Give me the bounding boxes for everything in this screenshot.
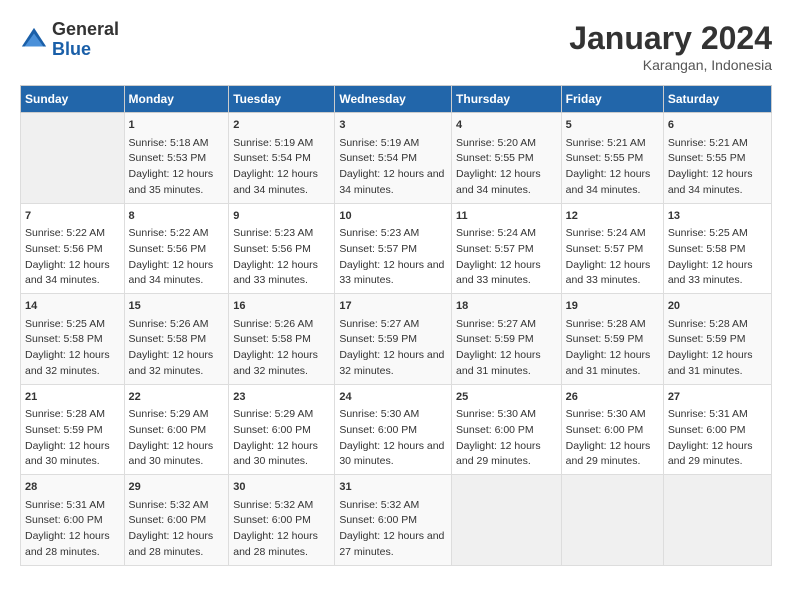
table-row: 14Sunrise: 5:25 AMSunset: 5:58 PMDayligh… bbox=[21, 294, 125, 385]
logo-blue: Blue bbox=[52, 39, 91, 59]
day-number: 28 bbox=[25, 479, 120, 496]
table-row: 23Sunrise: 5:29 AMSunset: 6:00 PMDayligh… bbox=[229, 384, 335, 475]
day-number: 4 bbox=[456, 117, 557, 134]
page-header: General Blue January 2024 Karangan, Indo… bbox=[20, 20, 772, 73]
table-row: 9Sunrise: 5:23 AMSunset: 5:56 PMDaylight… bbox=[229, 203, 335, 294]
table-row: 17Sunrise: 5:27 AMSunset: 5:59 PMDayligh… bbox=[335, 294, 452, 385]
day-number: 7 bbox=[25, 208, 120, 225]
table-row: 5Sunrise: 5:21 AMSunset: 5:55 PMDaylight… bbox=[561, 113, 663, 204]
day-number: 23 bbox=[233, 389, 330, 406]
day-number: 24 bbox=[339, 389, 447, 406]
day-number: 9 bbox=[233, 208, 330, 225]
logo-general: General bbox=[52, 19, 119, 39]
day-number: 1 bbox=[129, 117, 225, 134]
logo-text: General Blue bbox=[52, 20, 119, 60]
day-number: 31 bbox=[339, 479, 447, 496]
table-row: 4Sunrise: 5:20 AMSunset: 5:55 PMDaylight… bbox=[452, 113, 562, 204]
logo-icon bbox=[20, 26, 48, 54]
header-sunday: Sunday bbox=[21, 86, 125, 113]
table-row: 2Sunrise: 5:19 AMSunset: 5:54 PMDaylight… bbox=[229, 113, 335, 204]
day-number: 5 bbox=[566, 117, 659, 134]
table-row: 22Sunrise: 5:29 AMSunset: 6:00 PMDayligh… bbox=[124, 384, 229, 475]
table-row: 30Sunrise: 5:32 AMSunset: 6:00 PMDayligh… bbox=[229, 475, 335, 566]
day-number: 2 bbox=[233, 117, 330, 134]
table-row: 13Sunrise: 5:25 AMSunset: 5:58 PMDayligh… bbox=[663, 203, 771, 294]
calendar-body: 1Sunrise: 5:18 AMSunset: 5:53 PMDaylight… bbox=[21, 113, 772, 566]
day-number: 3 bbox=[339, 117, 447, 134]
table-row bbox=[561, 475, 663, 566]
table-row: 11Sunrise: 5:24 AMSunset: 5:57 PMDayligh… bbox=[452, 203, 562, 294]
table-row: 21Sunrise: 5:28 AMSunset: 5:59 PMDayligh… bbox=[21, 384, 125, 475]
header-tuesday: Tuesday bbox=[229, 86, 335, 113]
table-row: 25Sunrise: 5:30 AMSunset: 6:00 PMDayligh… bbox=[452, 384, 562, 475]
day-number: 13 bbox=[668, 208, 767, 225]
page-subtitle: Karangan, Indonesia bbox=[569, 57, 772, 73]
table-row: 28Sunrise: 5:31 AMSunset: 6:00 PMDayligh… bbox=[21, 475, 125, 566]
table-row: 27Sunrise: 5:31 AMSunset: 6:00 PMDayligh… bbox=[663, 384, 771, 475]
table-row: 3Sunrise: 5:19 AMSunset: 5:54 PMDaylight… bbox=[335, 113, 452, 204]
day-number: 22 bbox=[129, 389, 225, 406]
calendar-table: Sunday Monday Tuesday Wednesday Thursday… bbox=[20, 85, 772, 566]
day-number: 18 bbox=[456, 298, 557, 315]
day-number: 29 bbox=[129, 479, 225, 496]
table-row: 18Sunrise: 5:27 AMSunset: 5:59 PMDayligh… bbox=[452, 294, 562, 385]
table-row: 29Sunrise: 5:32 AMSunset: 6:00 PMDayligh… bbox=[124, 475, 229, 566]
table-row: 31Sunrise: 5:32 AMSunset: 6:00 PMDayligh… bbox=[335, 475, 452, 566]
table-row bbox=[21, 113, 125, 204]
day-number: 14 bbox=[25, 298, 120, 315]
day-number: 17 bbox=[339, 298, 447, 315]
day-number: 8 bbox=[129, 208, 225, 225]
day-number: 21 bbox=[25, 389, 120, 406]
table-row: 8Sunrise: 5:22 AMSunset: 5:56 PMDaylight… bbox=[124, 203, 229, 294]
day-number: 19 bbox=[566, 298, 659, 315]
table-row: 20Sunrise: 5:28 AMSunset: 5:59 PMDayligh… bbox=[663, 294, 771, 385]
table-row: 1Sunrise: 5:18 AMSunset: 5:53 PMDaylight… bbox=[124, 113, 229, 204]
day-number: 16 bbox=[233, 298, 330, 315]
day-number: 11 bbox=[456, 208, 557, 225]
header-saturday: Saturday bbox=[663, 86, 771, 113]
day-number: 27 bbox=[668, 389, 767, 406]
day-number: 12 bbox=[566, 208, 659, 225]
header-wednesday: Wednesday bbox=[335, 86, 452, 113]
table-row bbox=[663, 475, 771, 566]
title-block: January 2024 Karangan, Indonesia bbox=[569, 20, 772, 73]
table-row bbox=[452, 475, 562, 566]
day-number: 25 bbox=[456, 389, 557, 406]
day-number: 15 bbox=[129, 298, 225, 315]
table-row: 12Sunrise: 5:24 AMSunset: 5:57 PMDayligh… bbox=[561, 203, 663, 294]
table-row: 24Sunrise: 5:30 AMSunset: 6:00 PMDayligh… bbox=[335, 384, 452, 475]
header-monday: Monday bbox=[124, 86, 229, 113]
day-number: 30 bbox=[233, 479, 330, 496]
header-thursday: Thursday bbox=[452, 86, 562, 113]
day-number: 20 bbox=[668, 298, 767, 315]
header-friday: Friday bbox=[561, 86, 663, 113]
day-number: 10 bbox=[339, 208, 447, 225]
table-row: 16Sunrise: 5:26 AMSunset: 5:58 PMDayligh… bbox=[229, 294, 335, 385]
calendar-header: Sunday Monday Tuesday Wednesday Thursday… bbox=[21, 86, 772, 113]
day-number: 6 bbox=[668, 117, 767, 134]
table-row: 15Sunrise: 5:26 AMSunset: 5:58 PMDayligh… bbox=[124, 294, 229, 385]
logo: General Blue bbox=[20, 20, 119, 60]
day-number: 26 bbox=[566, 389, 659, 406]
table-row: 26Sunrise: 5:30 AMSunset: 6:00 PMDayligh… bbox=[561, 384, 663, 475]
page-title: January 2024 bbox=[569, 20, 772, 57]
table-row: 6Sunrise: 5:21 AMSunset: 5:55 PMDaylight… bbox=[663, 113, 771, 204]
table-row: 7Sunrise: 5:22 AMSunset: 5:56 PMDaylight… bbox=[21, 203, 125, 294]
table-row: 19Sunrise: 5:28 AMSunset: 5:59 PMDayligh… bbox=[561, 294, 663, 385]
table-row: 10Sunrise: 5:23 AMSunset: 5:57 PMDayligh… bbox=[335, 203, 452, 294]
